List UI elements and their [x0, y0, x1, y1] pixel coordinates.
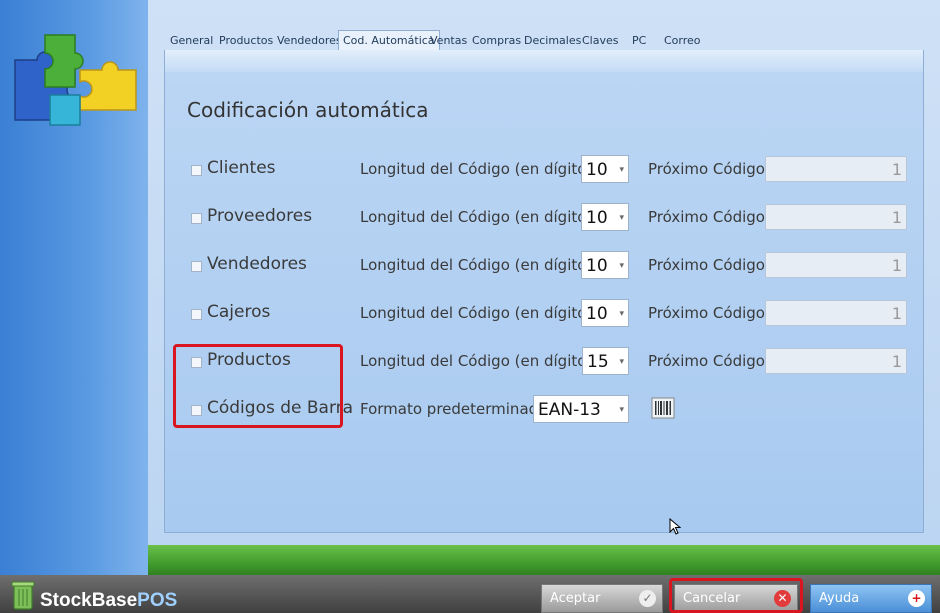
next-code-label: Próximo Código — [648, 352, 765, 370]
help-plus-icon: + — [908, 590, 925, 607]
label-vendedores: Vendedores — [207, 254, 307, 274]
chevron-down-icon: ▾ — [619, 165, 624, 175]
tab-general[interactable]: General — [166, 32, 217, 49]
length-select-proveedores[interactable]: 10 ▾ — [581, 203, 629, 231]
length-label: Longitud del Código (en dígitos) — [360, 160, 601, 178]
next-code-field-cajeros[interactable]: 1 — [765, 300, 907, 326]
highlight-box — [173, 344, 343, 428]
tab-content: Codificación automática Clientes Longitu… — [164, 50, 924, 533]
length-label: Longitud del Código (en dígitos) — [360, 352, 601, 370]
next-code-field-productos[interactable]: 1 — [765, 348, 907, 374]
length-select-cajeros[interactable]: 10 ▾ — [581, 299, 629, 327]
app-brand: StockBasePOS — [40, 590, 177, 612]
next-code-field-vendedores[interactable]: 1 — [765, 252, 907, 278]
barcode-icon[interactable] — [651, 396, 675, 420]
help-button[interactable]: Ayuda + — [810, 584, 932, 613]
length-select-clientes[interactable]: 10 ▾ — [581, 155, 629, 183]
checkbox-vendedores[interactable] — [191, 261, 202, 272]
trash-bin-logo-icon — [11, 581, 35, 610]
brand-suffix: POS — [137, 590, 178, 611]
row-cajeros: Cajeros Longitud del Código (en dígitos)… — [165, 298, 923, 328]
cancel-highlight-box — [669, 578, 803, 613]
bottom-bar: StockBasePOS Aceptar ✓ Cancelar ✕ Ayuda … — [0, 575, 940, 613]
chevron-down-icon: ▾ — [619, 309, 624, 319]
chevron-down-icon: ▾ — [619, 213, 624, 223]
next-code-label: Próximo Código — [648, 208, 765, 226]
row-vendedores: Vendedores Longitud del Código (en dígit… — [165, 250, 923, 280]
next-code-label: Próximo Código — [648, 160, 765, 178]
next-code-field-clientes[interactable]: 1 — [765, 156, 907, 182]
section-title: Codificación automática — [187, 98, 429, 122]
tab-correo[interactable]: Correo — [660, 32, 705, 49]
checkbox-proveedores[interactable] — [191, 213, 202, 224]
tab-decimales[interactable]: Decimales — [520, 32, 585, 49]
format-label: Formato predeterminado — [360, 400, 548, 418]
tab-vendedores[interactable]: Vendedores — [273, 32, 346, 49]
tab-ventas[interactable]: Ventas — [426, 32, 471, 49]
length-label: Longitud del Código (en dígitos) — [360, 256, 601, 274]
length-select-productos[interactable]: 15 ▾ — [582, 347, 629, 375]
length-value: 10 — [586, 256, 608, 276]
tab-compras[interactable]: Compras — [468, 32, 525, 49]
accept-button[interactable]: Aceptar ✓ — [541, 584, 663, 613]
chevron-down-icon: ▾ — [619, 405, 624, 415]
length-select-vendedores[interactable]: 10 ▾ — [581, 251, 629, 279]
checkmark-icon: ✓ — [639, 590, 656, 607]
label-cajeros: Cajeros — [207, 302, 271, 322]
next-code-label: Próximo Código — [648, 256, 765, 274]
checkbox-clientes[interactable] — [191, 165, 202, 176]
length-value: 10 — [586, 160, 608, 180]
format-value: EAN-13 — [538, 400, 601, 420]
checkbox-cajeros[interactable] — [191, 309, 202, 320]
barcode-format-select[interactable]: EAN-13 ▾ — [533, 395, 629, 423]
chevron-down-icon: ▾ — [619, 357, 624, 367]
settings-panel: General Productos Vendedores Cod. Automá… — [148, 0, 940, 545]
row-clientes: Clientes Longitud del Código (en dígitos… — [165, 154, 923, 184]
brand-main: StockBase — [40, 590, 138, 611]
row-proveedores: Proveedores Longitud del Código (en dígi… — [165, 202, 923, 232]
accept-label: Aceptar — [550, 591, 601, 606]
mouse-cursor-icon — [669, 518, 682, 535]
tab-pc[interactable]: PC — [628, 32, 650, 49]
tab-strip: General Productos Vendedores Cod. Automá… — [164, 30, 924, 51]
length-value: 10 — [586, 304, 608, 324]
tab-claves[interactable]: Claves — [578, 32, 623, 49]
label-clientes: Clientes — [207, 158, 276, 178]
grass-decoration — [148, 545, 940, 577]
left-sidebar — [0, 0, 148, 575]
next-code-label: Próximo Código — [648, 304, 765, 322]
puzzle-logo-icon — [14, 34, 137, 126]
next-code-field-proveedores[interactable]: 1 — [765, 204, 907, 230]
content-header-bar — [165, 50, 923, 72]
length-label: Longitud del Código (en dígitos) — [360, 208, 601, 226]
length-value: 10 — [586, 208, 608, 228]
length-value: 15 — [587, 352, 609, 372]
label-proveedores: Proveedores — [207, 206, 313, 226]
tab-productos[interactable]: Productos — [215, 32, 277, 49]
help-label: Ayuda — [819, 591, 860, 606]
tab-cod-automatica[interactable]: Cod. Automática — [338, 30, 440, 50]
length-label: Longitud del Código (en dígitos) — [360, 304, 601, 322]
chevron-down-icon: ▾ — [619, 261, 624, 271]
